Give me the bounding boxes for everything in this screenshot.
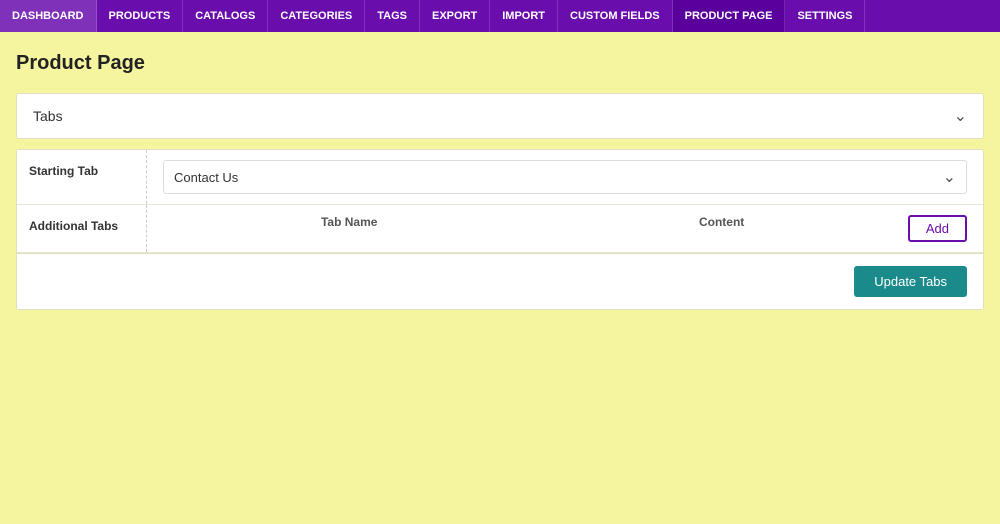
tabs-chevron-icon: ⌄ — [954, 106, 967, 126]
tabs-card-header-label: Tabs — [33, 108, 63, 124]
starting-tab-select[interactable]: Contact Us ⌄ — [163, 160, 967, 194]
nav-item-catalogs[interactable]: CATALOGS — [183, 0, 268, 32]
main-content: Product Page Tabs ⌄ Starting Tab Contact… — [0, 32, 1000, 524]
nav-item-product-page[interactable]: PRODUCT PAGE — [673, 0, 786, 32]
starting-tab-label: Starting Tab — [17, 150, 147, 204]
nav-item-settings[interactable]: SETTINGS — [785, 0, 865, 32]
nav-item-dashboard[interactable]: DASHBOARD — [0, 0, 97, 32]
additional-tabs-content: Tab Name Content Add — [147, 205, 983, 252]
starting-tab-chevron-icon: ⌄ — [943, 167, 956, 187]
nav-item-import[interactable]: IMPORT — [490, 0, 558, 32]
starting-tab-row: Starting Tab Contact Us ⌄ — [17, 150, 983, 205]
tabs-card: Tabs ⌄ — [16, 93, 984, 139]
inner-panel: Starting Tab Contact Us ⌄ Additional Tab… — [16, 149, 984, 310]
footer-actions: Update Tabs — [17, 253, 983, 309]
nav-item-tags[interactable]: TAGS — [365, 0, 420, 32]
additional-tabs-row: Additional Tabs Tab Name Content Add — [17, 205, 983, 253]
additional-tabs-label: Additional Tabs — [17, 205, 147, 252]
main-navigation: DASHBOARDPRODUCTSCATALOGSCATEGORIESTAGSE… — [0, 0, 1000, 32]
nav-item-products[interactable]: PRODUCTS — [97, 0, 184, 32]
page-title: Product Page — [16, 52, 984, 75]
col-content-header: Content — [535, 215, 907, 229]
tabs-card-header[interactable]: Tabs ⌄ — [17, 94, 983, 138]
nav-item-categories[interactable]: CATEGORIES — [268, 0, 365, 32]
tab-columns-header: Tab Name Content — [163, 215, 908, 229]
nav-item-export[interactable]: EXPORT — [420, 0, 490, 32]
starting-tab-content: Contact Us ⌄ — [147, 150, 983, 204]
nav-item-custom-fields[interactable]: CUSTOM FIELDS — [558, 0, 673, 32]
add-tab-button[interactable]: Add — [908, 215, 967, 242]
update-tabs-button[interactable]: Update Tabs — [854, 266, 967, 297]
starting-tab-value: Contact Us — [174, 170, 238, 185]
col-tab-name-header: Tab Name — [163, 215, 535, 229]
